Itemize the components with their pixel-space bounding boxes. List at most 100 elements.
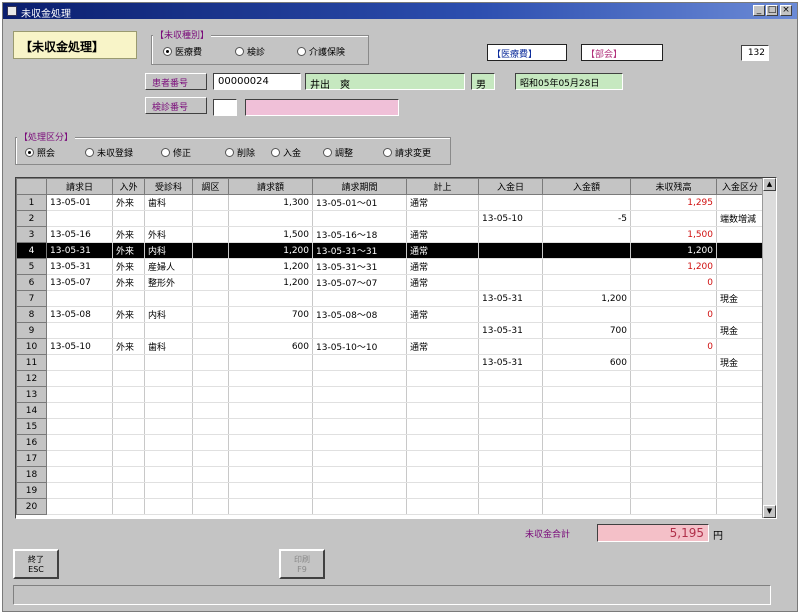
cell-date[interactable]: [46, 498, 113, 515]
cell-adj[interactable]: [192, 386, 229, 403]
cell-io[interactable]: 外来: [112, 306, 145, 323]
cell-io[interactable]: [112, 210, 145, 227]
cell-date[interactable]: 13-05-08: [46, 306, 113, 323]
cell-dept[interactable]: [144, 354, 193, 371]
row-number[interactable]: 14: [16, 402, 47, 419]
cell-date[interactable]: [46, 418, 113, 435]
cell-amount[interactable]: 1,200: [228, 258, 313, 275]
process-type-radio-4[interactable]: 入金: [271, 146, 301, 159]
column-header-9[interactable]: 未収残高: [630, 178, 717, 195]
cell-amount[interactable]: [228, 466, 313, 483]
cell-date[interactable]: [46, 370, 113, 387]
cell-dept[interactable]: 内科: [144, 306, 193, 323]
cell-pdate[interactable]: [478, 226, 543, 243]
cell-period[interactable]: 13-05-31～31: [312, 242, 407, 259]
cell-period[interactable]: [312, 386, 407, 403]
cell-io[interactable]: [112, 498, 145, 515]
table-row[interactable]: 14: [16, 402, 764, 419]
cell-balance[interactable]: 0: [630, 338, 717, 355]
cell-ptype[interactable]: [716, 466, 764, 483]
cell-posted[interactable]: [406, 402, 479, 419]
column-header-1[interactable]: 入外: [112, 178, 145, 195]
cell-posted[interactable]: 通常: [406, 226, 479, 243]
cell-period[interactable]: 13-05-31～31: [312, 258, 407, 275]
cell-paid[interactable]: [542, 482, 631, 499]
table-row[interactable]: 9 13-05-31 700 現金: [16, 322, 764, 339]
cell-ptype[interactable]: [716, 306, 764, 323]
cell-adj[interactable]: [192, 210, 229, 227]
row-number[interactable]: 6: [16, 274, 47, 291]
cell-amount[interactable]: [228, 418, 313, 435]
cell-balance[interactable]: 1,295: [630, 194, 717, 211]
cell-paid[interactable]: 600: [542, 354, 631, 371]
row-number[interactable]: 1: [16, 194, 47, 211]
cell-period[interactable]: 13-05-10～10: [312, 338, 407, 355]
cell-balance[interactable]: 0: [630, 306, 717, 323]
process-type-radio-6[interactable]: 請求変更: [383, 146, 431, 159]
cell-dept[interactable]: [144, 498, 193, 515]
cell-posted[interactable]: [406, 386, 479, 403]
unpaid-type-radio-2[interactable]: 介護保険: [297, 45, 345, 58]
minimize-button[interactable]: _: [753, 5, 765, 16]
row-number[interactable]: 3: [16, 226, 47, 243]
cell-ptype[interactable]: [716, 258, 764, 275]
table-row[interactable]: 18: [16, 466, 764, 483]
cell-balance[interactable]: [630, 450, 717, 467]
cell-date[interactable]: [46, 290, 113, 307]
cell-ptype[interactable]: 現金: [716, 354, 764, 371]
row-number[interactable]: 11: [16, 354, 47, 371]
cell-balance[interactable]: [630, 482, 717, 499]
cell-paid[interactable]: [542, 466, 631, 483]
cell-balance[interactable]: [630, 386, 717, 403]
cell-ptype[interactable]: [716, 482, 764, 499]
cell-adj[interactable]: [192, 482, 229, 499]
cell-dept[interactable]: [144, 450, 193, 467]
cell-balance[interactable]: [630, 434, 717, 451]
process-type-radio-2[interactable]: 修正: [161, 146, 191, 159]
cell-amount[interactable]: [228, 434, 313, 451]
cell-amount[interactable]: 600: [228, 338, 313, 355]
cell-dept[interactable]: [144, 482, 193, 499]
cell-ptype[interactable]: [716, 402, 764, 419]
cell-posted[interactable]: 通常: [406, 338, 479, 355]
cell-dept[interactable]: [144, 418, 193, 435]
row-number[interactable]: 4: [16, 242, 47, 259]
cell-dept[interactable]: [144, 322, 193, 339]
cell-io[interactable]: 外来: [112, 338, 145, 355]
unpaid-type-radio-1[interactable]: 検診: [235, 45, 265, 58]
cell-io[interactable]: [112, 482, 145, 499]
cell-balance[interactable]: [630, 322, 717, 339]
cell-paid[interactable]: [542, 370, 631, 387]
cell-dept[interactable]: 歯科: [144, 338, 193, 355]
row-number[interactable]: 19: [16, 482, 47, 499]
row-number[interactable]: 5: [16, 258, 47, 275]
cell-io[interactable]: [112, 290, 145, 307]
cell-amount[interactable]: [228, 354, 313, 371]
process-type-radio-0[interactable]: 照会: [25, 146, 55, 159]
cell-period[interactable]: 13-05-01～01: [312, 194, 407, 211]
cell-period[interactable]: [312, 210, 407, 227]
table-row[interactable]: 13: [16, 386, 764, 403]
row-number[interactable]: 12: [16, 370, 47, 387]
cell-pdate[interactable]: 13-05-10: [478, 210, 543, 227]
cell-io[interactable]: [112, 386, 145, 403]
cell-paid[interactable]: [542, 434, 631, 451]
cell-io[interactable]: 外来: [112, 258, 145, 275]
table-row[interactable]: 5 13-05-31 外来 産婦人 1,200 13-05-31～31 通常 1,200: [16, 258, 764, 275]
cell-balance[interactable]: [630, 418, 717, 435]
cell-ptype[interactable]: [716, 498, 764, 515]
cell-adj[interactable]: [192, 258, 229, 275]
cell-posted[interactable]: [406, 354, 479, 371]
cell-adj[interactable]: [192, 194, 229, 211]
row-number[interactable]: 20: [16, 498, 47, 515]
cell-ptype[interactable]: [716, 274, 764, 291]
cell-period[interactable]: 13-05-07～07: [312, 274, 407, 291]
cell-amount[interactable]: [228, 482, 313, 499]
cell-ptype[interactable]: 端数増減: [716, 210, 764, 227]
table-row[interactable]: 16: [16, 434, 764, 451]
cell-period[interactable]: [312, 434, 407, 451]
cell-adj[interactable]: [192, 450, 229, 467]
cell-posted[interactable]: [406, 290, 479, 307]
process-type-radio-3[interactable]: 削除: [225, 146, 255, 159]
cell-balance[interactable]: [630, 498, 717, 515]
